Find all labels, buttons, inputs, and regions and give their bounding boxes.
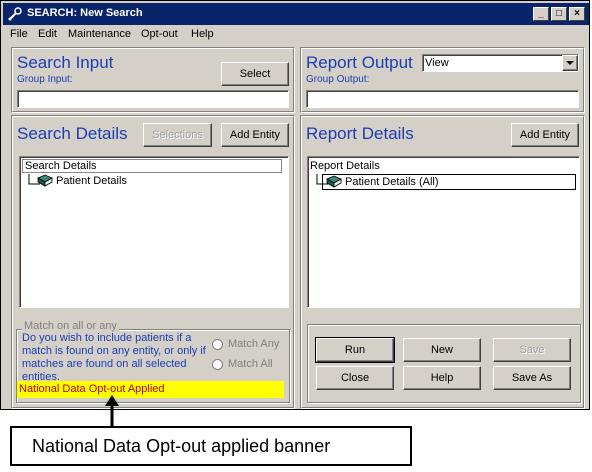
search-details-heading: Search Details xyxy=(17,124,128,143)
group-output-field[interactable] xyxy=(306,90,579,108)
title-bar: SEARCH: New Search _ □ × xyxy=(3,3,589,25)
match-all-label: Match All xyxy=(228,358,273,370)
match-all-radio[interactable] xyxy=(212,359,223,370)
menu-maintenance[interactable]: Maintenance xyxy=(68,28,131,40)
menu-file[interactable]: File xyxy=(10,28,28,40)
tree-root-search-details[interactable]: Search Details xyxy=(22,159,282,173)
match-description: Do you wish to include patients if a mat… xyxy=(22,332,206,383)
select-button[interactable]: Select xyxy=(221,62,289,86)
report-output-dropdown[interactable]: View xyxy=(422,54,579,72)
selected-tree-item[interactable]: Patient Details (All) xyxy=(322,174,576,190)
search-app-icon xyxy=(8,7,22,21)
match-any-label: Match Any xyxy=(228,338,280,350)
report-details-heading: Report Details xyxy=(306,124,414,143)
save-button[interactable]: Save xyxy=(493,338,571,362)
close-window-button[interactable]: × xyxy=(569,7,585,21)
group-input-label: Group Input: xyxy=(17,74,73,85)
book-icon xyxy=(326,175,342,188)
close-button[interactable]: Close xyxy=(316,366,394,390)
search-details-tree[interactable]: Search Details Patient Details xyxy=(19,156,289,308)
callout-text: National Data Opt-out applied banner xyxy=(32,436,331,456)
group-output-label: Group Output: xyxy=(306,74,370,85)
save-as-button[interactable]: Save As xyxy=(493,366,571,390)
minimize-button[interactable]: _ xyxy=(533,7,549,21)
menu-bar: File Edit Maintenance Opt-out Help xyxy=(3,26,589,44)
callout-box: National Data Opt-out applied banner xyxy=(10,426,412,466)
window-title: SEARCH: New Search xyxy=(27,7,143,19)
menu-help[interactable]: Help xyxy=(191,28,214,40)
help-button[interactable]: Help xyxy=(403,366,481,390)
group-input-field[interactable] xyxy=(17,90,289,108)
callout-arrow-icon xyxy=(105,395,119,427)
tree-item-patient-details[interactable]: Patient Details xyxy=(56,175,127,187)
report-output-value: View xyxy=(425,57,449,69)
national-data-opt-out-banner: National Data Opt-out Applied xyxy=(17,381,284,398)
maximize-button[interactable]: □ xyxy=(551,7,567,21)
search-details-panel: Search Details Selections Add Entity Sea… xyxy=(11,115,295,409)
new-button[interactable]: New xyxy=(403,338,481,362)
tree-root-report-details[interactable]: Report Details xyxy=(310,160,380,172)
report-details-panel: Report Details Add Entity Report Details… xyxy=(300,115,585,409)
report-details-tree[interactable]: Report Details Patient Details (All) xyxy=(307,156,580,308)
banner-text: National Data Opt-out Applied xyxy=(19,383,165,395)
search-input-heading: Search Input xyxy=(17,53,114,72)
add-entity-button[interactable]: Add Entity xyxy=(221,123,289,147)
menu-opt-out[interactable]: Opt-out xyxy=(141,28,178,40)
match-any-radio[interactable] xyxy=(212,339,223,350)
report-add-entity-button[interactable]: Add Entity xyxy=(511,123,579,147)
run-button[interactable]: Run xyxy=(315,337,395,363)
match-group-title: Match on all or any xyxy=(22,320,119,332)
chevron-down-icon[interactable] xyxy=(562,55,578,71)
report-output-panel: Report Output View Group Output: xyxy=(300,47,585,113)
book-icon xyxy=(37,174,53,187)
search-input-panel: Search Input Group Input: Select xyxy=(11,47,295,113)
selections-button[interactable]: Selections xyxy=(143,123,212,147)
tree-item-patient-details-all: Patient Details (All) xyxy=(345,176,439,188)
search-window: SEARCH: New Search _ □ × File Edit Maint… xyxy=(0,0,590,410)
actions-groupbox xyxy=(307,324,581,403)
menu-edit[interactable]: Edit xyxy=(38,28,57,40)
report-output-heading: Report Output xyxy=(306,53,413,72)
